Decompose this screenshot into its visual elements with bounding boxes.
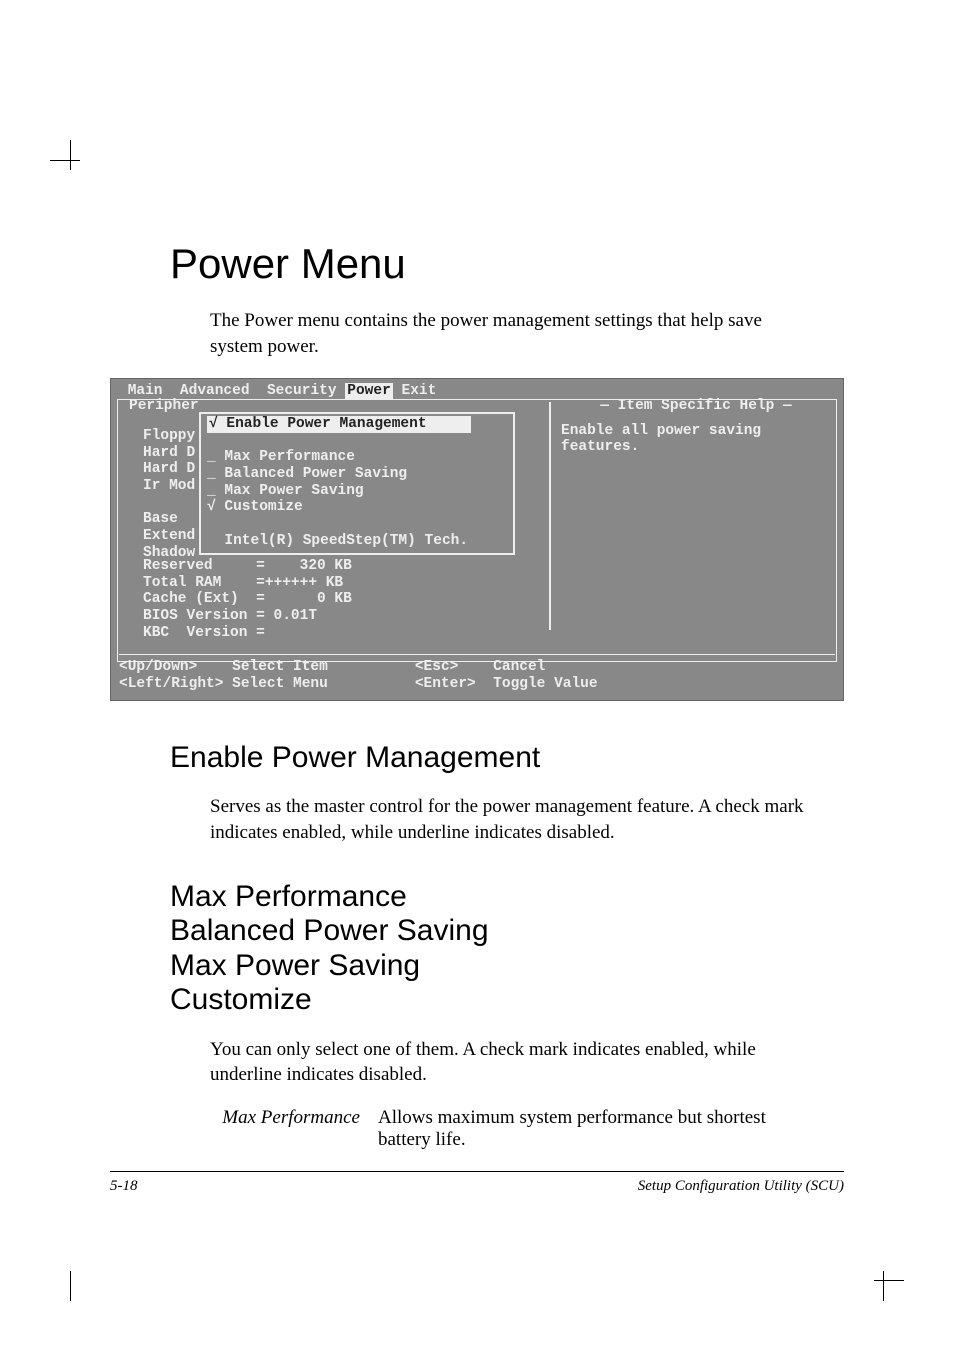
- heading-customize: Customize: [170, 983, 874, 1018]
- def-term: Max Performance: [210, 1107, 378, 1151]
- help-text: Enable all power saving features.: [561, 423, 831, 456]
- memory-rows: Reserved = 320 KB Total RAM =++++++ KB C…: [143, 558, 352, 641]
- menu-advanced: Advanced: [180, 383, 250, 399]
- peripher-label: Peripher: [129, 398, 199, 415]
- heading-max-power-saving: Max Power Saving: [170, 949, 874, 984]
- page-title: Power Menu: [170, 240, 874, 288]
- intro-paragraph: The Power menu contains the power manage…: [210, 308, 814, 359]
- def-desc: Allows maximum system performance but sh…: [378, 1107, 814, 1151]
- section1-body: Serves as the master control for the pow…: [210, 794, 814, 845]
- popup-highlight: √ Enable Power Management: [207, 416, 471, 433]
- popup-rows: _ Max Performance _ Balanced Power Savin…: [207, 433, 507, 550]
- page-number: 5-18: [110, 1178, 138, 1195]
- menu-power: Power: [345, 383, 393, 399]
- left-column-items: Floppy Hard D Hard D Ir Mod Base Extend …: [143, 428, 195, 561]
- power-popup: √ Enable Power Management _ Max Performa…: [199, 412, 515, 555]
- heading-max-performance: Max Performance: [170, 880, 874, 915]
- heading-balanced: Balanced Power Saving: [170, 914, 874, 949]
- section-modes-heading: Max Performance Balanced Power Saving Ma…: [170, 880, 874, 1018]
- footer-rule: [110, 1171, 844, 1172]
- footer-label: Setup Configuration Utility (SCU): [638, 1178, 844, 1195]
- section2-body: You can only select one of them. A check…: [210, 1037, 814, 1088]
- bios-footer-keys: <Up/Down> Select Item <Esc> Cancel <Left…: [119, 654, 835, 692]
- menu-main: Main: [128, 383, 163, 399]
- help-label: — Item Specific Help —: [561, 398, 831, 415]
- bios-screenshot: Main Advanced Security Power Exit Periph…: [110, 378, 844, 701]
- menu-security: Security: [267, 383, 337, 399]
- menu-exit: Exit: [402, 383, 437, 399]
- definition-row: Max Performance Allows maximum system pe…: [210, 1107, 814, 1151]
- help-box: — Item Specific Help — Enable all power …: [549, 402, 831, 630]
- section-enable-power-mgmt: Enable Power Management: [170, 741, 874, 775]
